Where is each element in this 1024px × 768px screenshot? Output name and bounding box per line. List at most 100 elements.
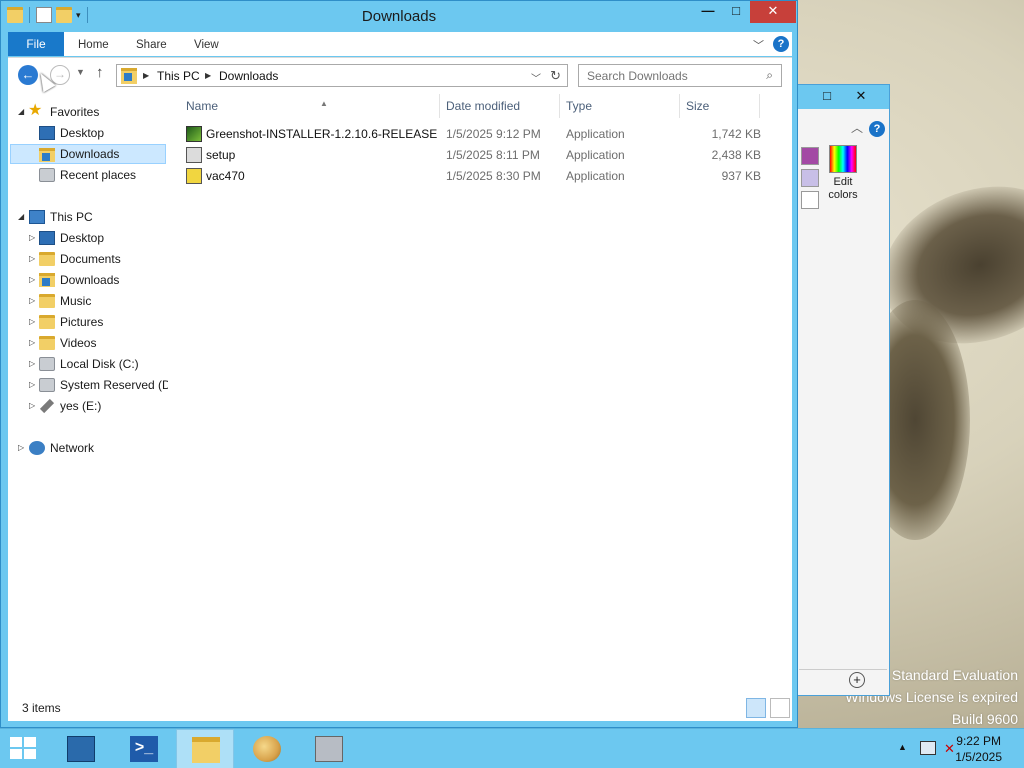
search-input[interactable] xyxy=(587,68,757,84)
windows-logo-icon xyxy=(24,749,36,759)
status-bar: 3 items xyxy=(8,695,792,721)
paint-titlebar[interactable]: □ ✕ xyxy=(793,85,889,109)
computer-icon xyxy=(29,210,45,224)
navigation-pane: ◢ ★ Favorites Desktop Downloads Recent p… xyxy=(8,91,168,695)
help-icon[interactable]: ? xyxy=(773,36,789,52)
nav-item-usb-drive[interactable]: ▷ yes (E:) xyxy=(8,396,168,416)
chevron-right-icon[interactable]: ▶ xyxy=(143,71,149,80)
zoom-in-icon[interactable]: + xyxy=(849,672,865,688)
explorer-window: ▾ Downloads — □ ✕ File Home Share View ﹀… xyxy=(0,0,798,728)
nav-item-music[interactable]: ▷ Music xyxy=(8,291,168,311)
address-dropdown-icon[interactable]: ﹀ xyxy=(531,70,541,85)
large-icons-view-button[interactable] xyxy=(770,698,790,718)
help-icon[interactable]: ? xyxy=(869,121,885,137)
powershell-icon: >_ xyxy=(130,736,158,762)
nav-item-desktop[interactable]: Desktop xyxy=(8,123,168,143)
taskbar-server-manager[interactable] xyxy=(52,729,110,768)
breadcrumb-downloads[interactable]: Downloads xyxy=(219,69,278,83)
up-button[interactable]: ↑ xyxy=(96,64,104,81)
nav-item-downloads[interactable]: Downloads xyxy=(10,144,166,164)
column-header-name[interactable]: ▲ Name xyxy=(180,94,440,118)
column-header-size[interactable]: Size xyxy=(680,94,760,118)
column-header-date[interactable]: Date modified xyxy=(440,94,560,118)
nav-item-pictures[interactable]: ▷ Pictures xyxy=(8,312,168,332)
breadcrumb-this-pc[interactable]: This PC xyxy=(157,69,200,83)
color-swatch[interactable] xyxy=(801,147,819,165)
taskbar-powershell[interactable]: >_ xyxy=(115,729,173,768)
paint-window[interactable]: □ ✕ ︿ ? Edit colors + xyxy=(792,84,890,696)
chevron-right-icon[interactable]: ▷ xyxy=(29,291,35,311)
item-count: 3 items xyxy=(22,701,61,715)
nav-item-system-reserved[interactable]: ▷ System Reserved (D: xyxy=(8,375,168,395)
nav-item-documents[interactable]: ▷ Documents xyxy=(8,249,168,269)
chevron-right-icon[interactable]: ▷ xyxy=(18,438,24,458)
details-view-button[interactable] xyxy=(746,698,766,718)
clock[interactable]: 9:22 PM 1/5/2025 xyxy=(955,733,1002,765)
maximize-button[interactable]: □ xyxy=(722,1,750,23)
chevron-right-icon[interactable]: ▷ xyxy=(29,312,35,332)
nav-this-pc[interactable]: ◢ This PC xyxy=(8,207,168,227)
refresh-icon[interactable]: ↻ xyxy=(550,68,561,84)
network-status-icon[interactable] xyxy=(920,741,936,755)
show-hidden-icons[interactable]: ▲ xyxy=(898,742,907,752)
start-button[interactable] xyxy=(10,737,38,761)
downloads-folder-icon xyxy=(39,273,55,287)
search-box[interactable]: ⌕ xyxy=(578,64,782,87)
navigation-bar: ← → ▼ ↑ ▶ This PC ▶ Downloads ﹀ ↻ ⌕ xyxy=(8,57,792,91)
color-palette-icon xyxy=(829,145,857,173)
windows-logo-icon xyxy=(10,749,22,759)
taskbar-tools[interactable] xyxy=(300,729,358,768)
taskbar-file-explorer[interactable] xyxy=(176,729,234,768)
tab-home[interactable]: Home xyxy=(78,32,109,56)
maximize-button[interactable]: □ xyxy=(811,85,843,107)
color-swatch[interactable] xyxy=(801,169,819,187)
edit-colors-button[interactable]: Edit colors xyxy=(823,145,863,202)
taskbar-paint[interactable] xyxy=(238,729,296,768)
volume-muted-icon[interactable]: ✕ xyxy=(944,741,955,757)
nav-network[interactable]: ▷ Network xyxy=(8,438,168,458)
tab-view[interactable]: View xyxy=(194,32,219,56)
nav-item-local-disk[interactable]: ▷ Local Disk (C:) xyxy=(8,354,168,374)
downloads-folder-icon xyxy=(121,68,137,84)
expand-icon[interactable]: ◢ xyxy=(18,207,24,227)
tab-share[interactable]: Share xyxy=(136,32,167,56)
star-icon: ★ xyxy=(28,102,43,119)
chevron-right-icon[interactable]: ▶ xyxy=(205,71,211,80)
title-bar[interactable]: ▾ Downloads — □ ✕ xyxy=(1,1,797,31)
chevron-right-icon[interactable]: ▷ xyxy=(29,375,35,395)
column-header-type[interactable]: Type xyxy=(560,94,680,118)
chevron-right-icon[interactable]: ▷ xyxy=(29,249,35,269)
usb-drive-icon xyxy=(39,398,55,414)
chevron-right-icon[interactable]: ▷ xyxy=(29,270,35,290)
expand-ribbon-icon[interactable]: ﹀ xyxy=(753,37,764,53)
close-button[interactable]: ✕ xyxy=(750,1,796,23)
file-row[interactable]: Greenshot-INSTALLER-1.2.10.6-RELEASE 1/5… xyxy=(178,124,778,145)
tab-file[interactable]: File xyxy=(8,32,64,56)
color-swatch[interactable] xyxy=(801,191,819,209)
content-area: ◢ ★ Favorites Desktop Downloads Recent p… xyxy=(8,91,792,721)
close-button[interactable]: ✕ xyxy=(845,85,877,107)
server-manager-icon xyxy=(67,736,95,762)
nav-item-videos[interactable]: ▷ Videos xyxy=(8,333,168,353)
documents-folder-icon xyxy=(39,252,55,266)
chevron-right-icon[interactable]: ▷ xyxy=(29,396,35,416)
chevron-right-icon[interactable]: ▷ xyxy=(29,333,35,353)
nav-item-downloads[interactable]: ▷ Downloads xyxy=(8,270,168,290)
chevron-up-icon[interactable]: ︿ xyxy=(851,119,863,136)
nav-item-desktop[interactable]: ▷ Desktop xyxy=(8,228,168,248)
chevron-right-icon[interactable]: ▷ xyxy=(29,228,35,248)
address-bar[interactable]: ▶ This PC ▶ Downloads ﹀ ↻ xyxy=(116,64,568,87)
search-icon[interactable]: ⌕ xyxy=(766,68,773,83)
expand-icon[interactable]: ◢ xyxy=(18,102,24,122)
nav-favorites[interactable]: ◢ ★ Favorites xyxy=(8,102,168,122)
file-row[interactable]: vac470 1/5/2025 8:30 PM Application 937 … xyxy=(178,166,778,187)
desktop-icon xyxy=(39,231,55,245)
chevron-right-icon[interactable]: ▷ xyxy=(29,354,35,374)
file-row[interactable]: setup 1/5/2025 8:11 PM Application 2,438… xyxy=(178,145,778,166)
minimize-button[interactable]: — xyxy=(694,1,722,23)
recent-locations-dropdown[interactable]: ▼ xyxy=(76,67,85,77)
nav-item-recent-places[interactable]: Recent places xyxy=(8,165,168,185)
file-list: ▲ Name Date modified Type Size Greenshot… xyxy=(168,91,792,695)
setup-app-icon xyxy=(186,147,202,163)
pictures-folder-icon xyxy=(39,315,55,329)
